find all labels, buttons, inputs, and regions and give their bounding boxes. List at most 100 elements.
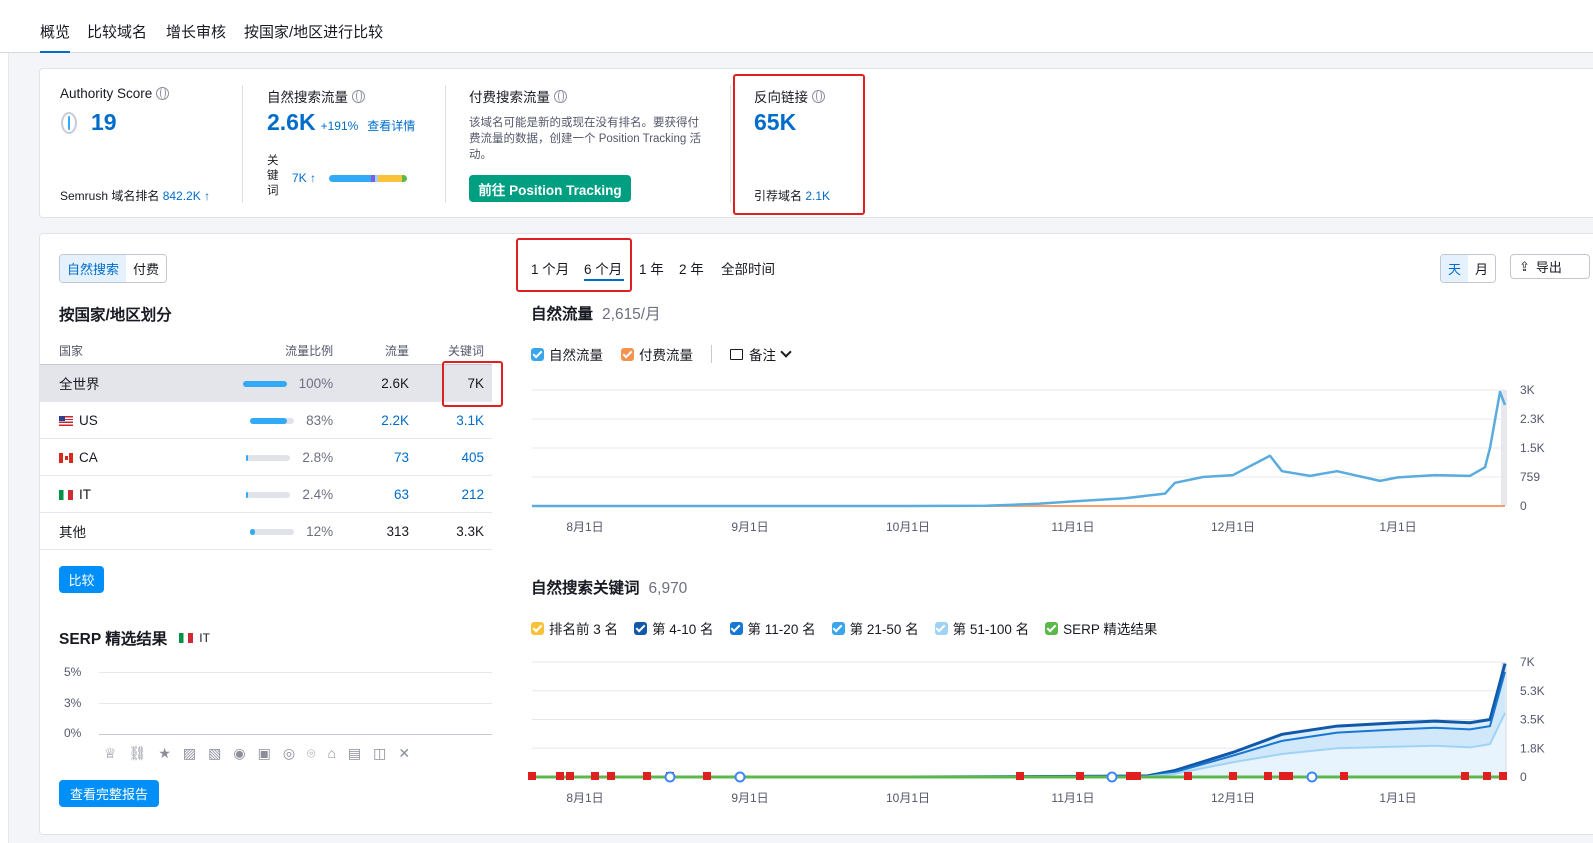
traffic-value[interactable]: 2.2K [333, 401, 410, 439]
semrush-rank-value[interactable]: 842.2K ↑ [163, 189, 210, 203]
traffic-chart[interactable]: 0 759 1.5K 2.3K 3K 8月1日 9月1日 10月1日 11月1日 12月1日 1月1… [525, 378, 1593, 538]
export-button[interactable]: ⇪ 导出 [1510, 254, 1590, 279]
share-value: 100% [298, 375, 334, 391]
serp-title: SERP 精选结果 [59, 631, 168, 648]
note-flag-icon [607, 772, 615, 780]
notes-dropdown[interactable]: 备注 [730, 344, 792, 364]
traffic-value[interactable]: 63 [333, 475, 410, 513]
serp-feature-icons: ♕ ⛓ ★ ▨ ▧ ◉ ▣ ◎ ⌾ ⌂ ▤ ◫ ✕ [104, 745, 410, 762]
legend-top3[interactable]: 排名前 3 名 [531, 618, 618, 638]
period-1y[interactable]: 1 年 [639, 258, 664, 278]
y-tick-label: 5.3K [1520, 684, 1545, 698]
table-row[interactable]: 其他 12% 313 3.3K [40, 512, 492, 550]
granularity-day[interactable]: 天 [1441, 255, 1470, 282]
globe-icon [352, 89, 365, 103]
legend-paid[interactable]: 付费流量 [621, 344, 693, 364]
note-flag-icon [528, 772, 536, 780]
image-icon[interactable]: ▨ [183, 745, 196, 762]
tab-compare-countries[interactable]: 按国家/地区进行比较 [244, 21, 383, 42]
organic-traffic-value: 2.6K [267, 109, 316, 135]
keywords-chart-header: 自然搜索关键词 6,970 [531, 576, 687, 598]
share-bar [242, 380, 287, 387]
ca-flag-icon [59, 452, 73, 463]
note-flag-icon [1126, 772, 1134, 780]
link-icon[interactable]: ⛓ [129, 745, 147, 762]
chevron-down-icon [780, 346, 792, 358]
x-tick-label: 11月1日 [1051, 520, 1094, 534]
left-edge [0, 0, 9, 843]
semrush-rank: Semrush 域名排名 842.2K ↑ [60, 189, 211, 203]
video-carousel-icon[interactable]: ◎ [283, 745, 295, 762]
keywords-value[interactable]: 7K ↑ [292, 171, 316, 185]
traffic-chart-title: 自然流量 [531, 306, 594, 323]
tab-compare-domains[interactable]: 比较域名 [87, 21, 147, 42]
view-full-report-button[interactable]: 查看完整报告 [59, 780, 159, 807]
period-all[interactable]: 全部时间 [721, 258, 775, 278]
country-name: 全世界 [40, 364, 202, 402]
keywords-label: 关键词 [267, 155, 279, 197]
y-tick-label: 1.8K [1520, 741, 1545, 755]
education-icon[interactable]: ⌂ [327, 745, 335, 762]
traffic-value[interactable]: 73 [333, 438, 410, 476]
crown-icon[interactable]: ♕ [104, 745, 117, 762]
keywords-value[interactable]: 405 [409, 438, 492, 476]
authority-score-value: 19 [91, 109, 117, 135]
note-flag-icon [1016, 772, 1024, 780]
star-icon[interactable]: ★ [158, 745, 171, 762]
paid-traffic-description: 该域名可能是新的或现在没有排名。要获得付费流量的数据，创建一个 Position… [469, 117, 701, 161]
country-name: IT [79, 486, 91, 502]
export-label: 导出 [1535, 260, 1562, 275]
x-tick-label: 9月1日 [731, 520, 768, 534]
highlight-box-backlinks [733, 74, 865, 215]
image-pack-icon[interactable]: ▧ [208, 745, 221, 762]
y-tick-label: 3K [1520, 383, 1535, 397]
legend-organic[interactable]: 自然流量 [531, 344, 603, 364]
y-tick-label: 0 [1520, 499, 1527, 513]
col-country: 国家 [40, 336, 202, 365]
news-icon[interactable]: ▤ [348, 745, 361, 762]
note-flag-icon [1076, 772, 1084, 780]
legend-serp[interactable]: SERP 精选结果 [1045, 618, 1157, 638]
legend-51-100[interactable]: 第 51-100 名 [934, 618, 1029, 638]
x-icon[interactable]: ✕ [398, 745, 410, 762]
note-flag-icon [1264, 772, 1272, 780]
note-flag-icon [1461, 772, 1469, 780]
play-icon[interactable]: ◉ [233, 745, 245, 762]
share-value: 83% [306, 412, 334, 428]
briefcase-icon[interactable]: ◫ [373, 745, 386, 762]
table-row[interactable]: CA 2.8% 73 405 [40, 438, 492, 476]
tab-growth-audit[interactable]: 增长审核 [166, 21, 226, 42]
video-icon[interactable]: ▣ [258, 745, 271, 762]
x-tick-label: 1月1日 [1379, 520, 1416, 534]
organic-traffic-title: 自然搜索流量 [267, 86, 365, 106]
tab-overview[interactable]: 概览 [40, 21, 71, 53]
legend-11-20[interactable]: 第 11-20 名 [729, 618, 816, 638]
traffic-chart-header: 自然流量 2,615/月 [531, 302, 661, 324]
legend-21-50[interactable]: 第 21-50 名 [831, 618, 919, 638]
view-details-link[interactable]: 查看详情 [367, 117, 415, 134]
toggle-organic[interactable]: 自然搜索 [60, 255, 128, 282]
legend-4-10[interactable]: 第 4-10 名 [634, 618, 714, 638]
keywords-value[interactable]: 212 [409, 475, 492, 513]
go-position-tracking-button[interactable]: 前往 Position Tracking [469, 175, 631, 202]
keywords-value[interactable]: 3.1K [409, 401, 492, 439]
table-row[interactable]: US 83% 2.2K 3.1K [40, 401, 492, 439]
note-flag-icon [1285, 772, 1293, 780]
pin-icon[interactable]: ⌾ [307, 745, 315, 762]
table-row[interactable]: 全世界 100% 2.6K 7K [40, 364, 492, 402]
keywords-chart[interactable]: 0 1.8K 3.5K 5.3K 7K 8月1日 9月1日 10月1日 11月1日 12月1日 1月… [525, 650, 1593, 815]
note-flag-icon [556, 772, 564, 780]
traffic-type-toggle: 自然搜索 付费 [59, 254, 168, 283]
period-2y[interactable]: 2 年 [679, 258, 704, 278]
toggle-paid[interactable]: 付费 [126, 255, 167, 282]
keywords-legend: 排名前 3 名 第 4-10 名 第 11-20 名 第 21-50 名 第 5… [531, 618, 1157, 638]
col-traffic: 流量 [333, 336, 410, 365]
upload-icon: ⇪ [1519, 258, 1530, 274]
col-share: 流量比例 [201, 336, 334, 365]
authority-gauge-icon [61, 112, 77, 134]
serp-title-row: SERP 精选结果 IT [59, 627, 210, 649]
compare-button[interactable]: 比较 [59, 566, 104, 593]
traffic-chart-value: 2,615/月 [602, 306, 661, 323]
table-row[interactable]: IT 2.4% 63 212 [40, 475, 492, 513]
granularity-month[interactable]: 月 [1468, 255, 1496, 282]
